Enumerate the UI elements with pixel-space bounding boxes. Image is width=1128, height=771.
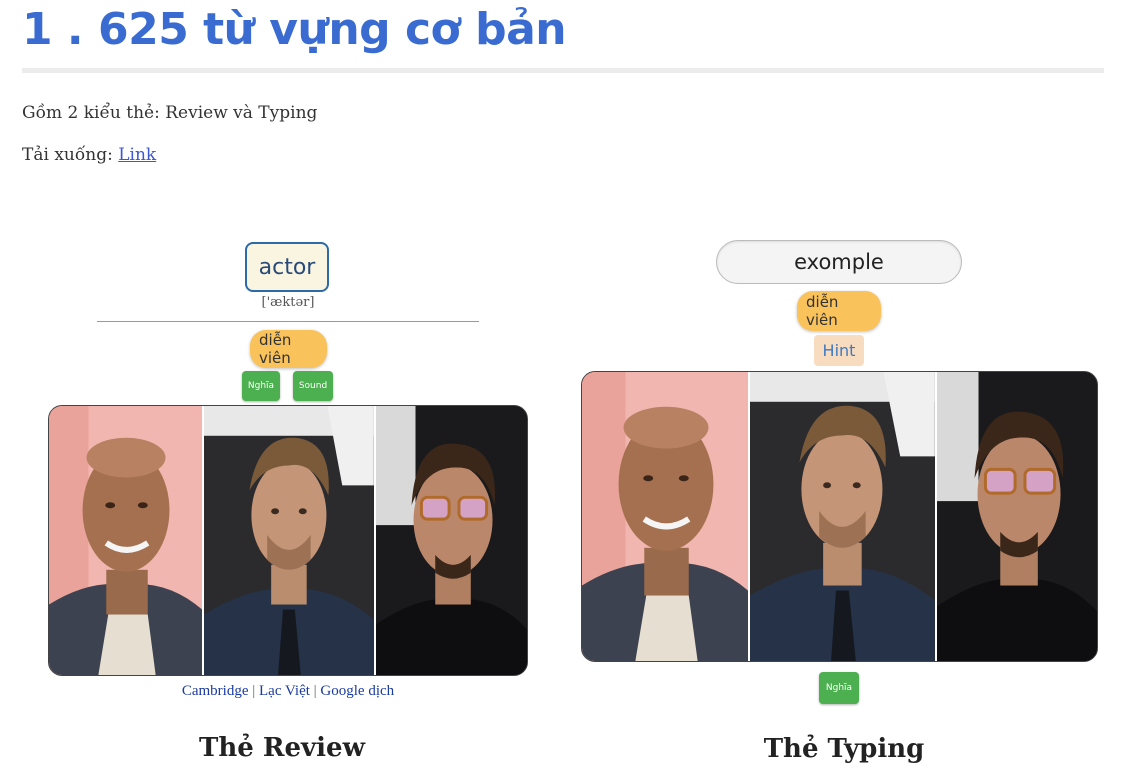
typing-answer-input[interactable]: exomple (716, 240, 962, 284)
review-caption: Thẻ Review (199, 733, 365, 763)
actor-photo-3 (375, 406, 527, 675)
lacviet-link[interactable]: Lạc Việt (259, 683, 310, 699)
review-sound-button[interactable]: Sound (293, 371, 333, 401)
intro-text: Gồm 2 kiểu thẻ: Review và Typing (22, 103, 318, 123)
dictionary-links: Cambridge | Lạc Việt | Google dịch (170, 683, 406, 700)
typing-caption: Thẻ Typing (763, 734, 925, 764)
cambridge-link[interactable]: Cambridge (182, 683, 249, 699)
review-actor-image (48, 405, 528, 676)
review-meaning-button[interactable]: Nghĩa (242, 371, 280, 401)
actor-photo-2 (750, 372, 935, 661)
download-line: Tải xuống: Link (22, 145, 156, 165)
google-translate-link[interactable]: Google dịch (320, 683, 394, 699)
review-meaning-pill: diễn viên (250, 330, 327, 368)
download-label: Tải xuống: (22, 145, 119, 165)
review-separator (97, 321, 479, 322)
download-link[interactable]: Link (118, 145, 156, 165)
actor-photo-3 (936, 372, 1097, 661)
actor-photo-2 (204, 406, 374, 675)
actor-photo-1 (582, 372, 749, 661)
actor-photo-1 (49, 406, 203, 675)
hint-button[interactable]: Hint (814, 335, 864, 366)
typing-meaning-button[interactable]: Nghĩa (819, 672, 859, 704)
review-ipa: ['æktər] (261, 295, 315, 310)
typing-actor-image (581, 371, 1098, 662)
review-word-card: actor (245, 242, 329, 292)
typing-meaning-pill: diễn viên (797, 291, 881, 331)
title-divider (22, 68, 1104, 73)
link-separator: | (309, 683, 321, 699)
page-title: 1 . 625 từ vựng cơ bản (22, 4, 567, 55)
link-separator: | (248, 683, 260, 699)
